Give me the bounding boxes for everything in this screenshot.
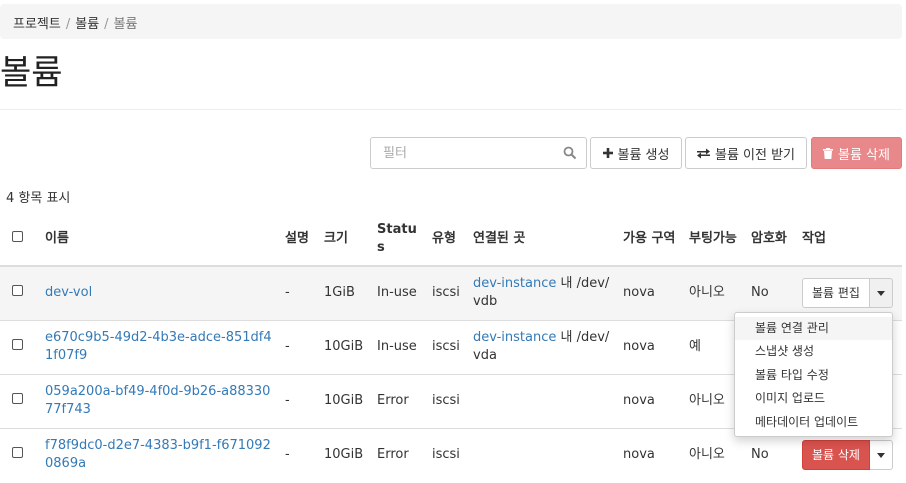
volume-attached: dev-instance 내 /dev/vdb — [469, 266, 619, 320]
delete-volumes-button[interactable]: 볼륨 삭제 — [811, 137, 902, 169]
breadcrumb-project[interactable]: 프로젝트 — [13, 17, 61, 32]
menu-item-manage-attachments[interactable]: 볼륨 연결 관리 — [735, 317, 892, 341]
item-count: 4 항목 표시 — [6, 191, 71, 206]
row-actions-toggle[interactable] — [869, 440, 893, 471]
volume-zone: nova — [619, 319, 685, 374]
volume-attached: dev-instance 내 /dev/vda — [469, 319, 619, 374]
accept-transfer-button[interactable]: 볼륨 이전 받기 — [685, 137, 807, 169]
row-actions-toggle[interactable] — [869, 278, 893, 309]
row-checkbox[interactable] — [12, 393, 23, 404]
volume-size: 10GiB — [320, 319, 373, 374]
volume-size: 10GiB — [320, 427, 373, 482]
volume-status: In-use — [377, 285, 417, 301]
filter-box — [370, 137, 587, 169]
column-status[interactable]: Status — [373, 212, 428, 267]
column-zone[interactable]: 가용 구역 — [619, 212, 685, 267]
volume-name-link[interactable]: 059a200a-bf49-4f0d-9b26-a8833077f743 — [45, 384, 270, 417]
search-icon[interactable] — [563, 146, 577, 160]
volume-type: iscsi — [428, 427, 469, 482]
edit-volume-button[interactable]: 볼륨 편집 — [802, 278, 870, 309]
menu-item-create-snapshot[interactable]: 스냅샷 생성 — [735, 340, 892, 363]
row-actions-menu: 볼륨 연결 관리 스냅샷 생성 볼륨 타입 수정 이미지 업로드 메타데이터 업… — [734, 312, 893, 437]
delete-volumes-label: 볼륨 삭제 — [838, 147, 890, 163]
breadcrumb-separator: / — [65, 17, 71, 32]
plus-icon — [602, 148, 613, 158]
volume-description: - — [281, 373, 320, 428]
row-checkbox[interactable] — [12, 285, 23, 297]
column-description[interactable]: 설명 — [281, 212, 320, 267]
volume-zone: nova — [623, 285, 655, 301]
select-all-checkbox[interactable] — [12, 230, 23, 242]
row-checkbox[interactable] — [12, 447, 23, 459]
breadcrumb-separator: / — [104, 17, 109, 32]
volume-zone: nova — [619, 427, 685, 482]
volume-status: In-use — [373, 319, 428, 374]
volume-zone: nova — [619, 373, 685, 428]
create-volume-label: 볼륨 생성 — [617, 147, 670, 163]
column-name[interactable]: 이름 — [41, 212, 281, 267]
volume-attached — [469, 427, 619, 482]
accept-transfer-label: 볼륨 이전 받기 — [714, 147, 796, 163]
exchange-icon — [696, 148, 710, 158]
page-title: 볼륨 — [0, 53, 63, 93]
volume-size: 1GiB — [324, 285, 355, 301]
column-size[interactable]: 크기 — [320, 212, 373, 267]
filter-input[interactable] — [370, 137, 587, 169]
volume-name-link[interactable]: e670c9b5-49d2-4b3e-adce-851df41f07f9 — [45, 330, 272, 363]
row-actions: 볼륨 편집 — [802, 278, 893, 309]
breadcrumb-volumes[interactable]: 볼륨 — [75, 17, 99, 32]
attached-instance-link[interactable]: dev-instance — [473, 276, 556, 291]
menu-item-update-metadata[interactable]: 메타데이터 업데이트 — [735, 411, 892, 434]
volume-description: - — [281, 319, 320, 374]
create-volume-button[interactable]: 볼륨 생성 — [590, 137, 682, 169]
column-bootable[interactable]: 부팅가능 — [685, 212, 747, 267]
menu-item-change-volume-type[interactable]: 볼륨 타입 수정 — [735, 364, 892, 387]
volume-name-link[interactable]: f78f9dc0-d2e7-4383-b9f1-f6710920869a — [45, 438, 271, 471]
volume-status: Error — [373, 427, 428, 482]
caret-down-icon — [876, 452, 885, 458]
delete-volume-button[interactable]: 볼륨 삭제 — [802, 440, 870, 471]
row-actions: 볼륨 삭제 — [802, 440, 893, 471]
volume-type: iscsi — [428, 373, 469, 428]
volume-description: - — [281, 427, 320, 482]
column-encrypted[interactable]: 암호화 — [747, 212, 798, 267]
column-actions: 작업 — [798, 212, 902, 267]
column-attached[interactable]: 연결된 곳 — [469, 212, 619, 267]
attached-instance-link[interactable]: dev-instance — [473, 330, 556, 345]
volume-type: iscsi — [428, 319, 469, 374]
trash-icon — [823, 147, 833, 159]
menu-item-upload-to-image[interactable]: 이미지 업로드 — [735, 387, 892, 410]
column-type[interactable]: 유형 — [428, 212, 469, 267]
volume-name-link[interactable]: dev-vol — [45, 285, 92, 300]
breadcrumb: 프로젝트 / 볼륨 / 볼륨 — [0, 4, 902, 39]
volume-attached — [469, 373, 619, 428]
volume-type: iscsi — [432, 285, 460, 301]
volume-status: Error — [373, 373, 428, 428]
title-divider — [0, 109, 902, 110]
breadcrumb-current: 볼륨 — [113, 17, 138, 32]
volume-description: - — [285, 285, 290, 301]
caret-down-icon — [876, 290, 885, 296]
volume-size: 10GiB — [320, 373, 373, 428]
table-header-row: 이름 설명 크기 Status 유형 연결된 곳 가용 구역 부팅가능 암호화 … — [0, 212, 902, 267]
row-checkbox[interactable] — [12, 339, 23, 350]
